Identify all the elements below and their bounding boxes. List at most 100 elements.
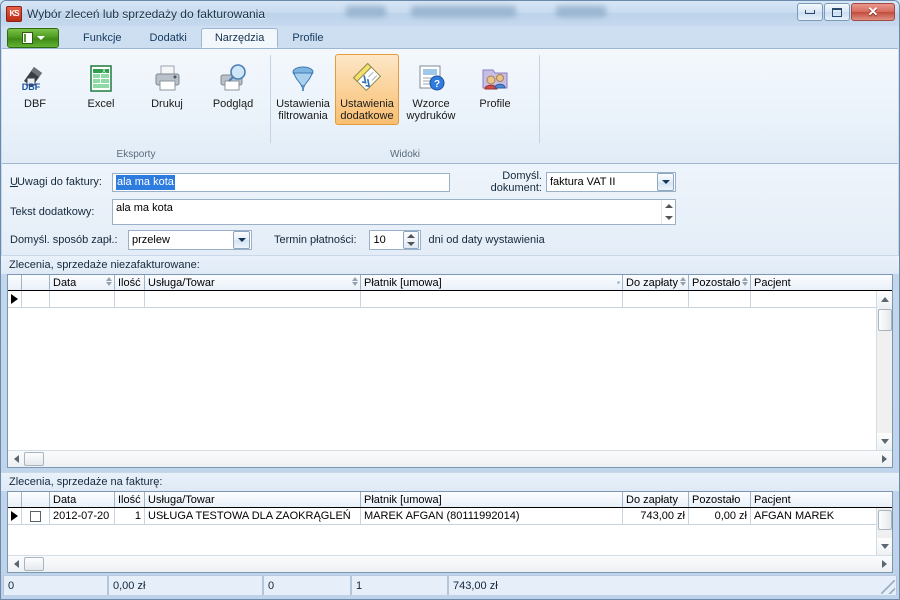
grid-body[interactable] — [8, 291, 892, 450]
scroll-thumb[interactable] — [24, 557, 44, 571]
tab-label: Dodatki — [149, 32, 187, 44]
resize-grip-icon[interactable] — [881, 580, 895, 594]
status-cell-sum-invoiced: 743,00 zł — [448, 576, 897, 595]
scroll-thumb[interactable] — [24, 452, 44, 466]
window-controls: ✕ — [797, 3, 895, 21]
chevron-right-icon — [881, 455, 887, 463]
tab-narzedzia[interactable]: Narzędzia — [200, 28, 279, 48]
settings-form: UUwagi do faktury: ala ma kota Domyśl. d… — [2, 164, 898, 255]
stepper-buttons[interactable] — [402, 231, 419, 249]
chevron-down-icon[interactable] — [233, 231, 250, 249]
default-document-combo[interactable]: faktura VAT II — [546, 172, 676, 192]
close-button[interactable]: ✕ — [851, 3, 895, 21]
row-checkbox-cell[interactable] — [22, 508, 50, 524]
header-usluga-towar[interactable]: Usługa/Towar — [145, 492, 361, 507]
scroll-left-button[interactable] — [8, 451, 24, 468]
additional-text-row: Tekst dodatkowy: ala ma kota — [10, 199, 890, 225]
cell-usluga-towar: USŁUGA TESTOWA DLA ZAOKRĄGLEŃ — [145, 508, 361, 524]
maximize-button[interactable] — [824, 3, 850, 21]
ribbon-group-separator-right — [539, 55, 540, 143]
print-templates-icon: ? — [414, 58, 448, 98]
payment-method-combo[interactable]: przelew — [128, 230, 252, 250]
header-data[interactable]: Data — [50, 492, 115, 507]
header-usluga-towar[interactable]: Usługa/Towar — [145, 275, 361, 290]
minimize-icon — [805, 10, 815, 14]
grid-horizontal-scrollbar[interactable] — [8, 555, 892, 572]
tab-dodatki[interactable]: Dodatki — [136, 28, 201, 48]
grid-body[interactable]: 2012-07-20 1 USŁUGA TESTOWA DLA ZAOKRĄGL… — [8, 508, 892, 555]
ribbon-button-podglad[interactable]: Podgląd — [200, 54, 266, 113]
ribbon-button-label-line1: Profile — [479, 98, 511, 110]
payment-term-stepper[interactable]: 10 — [368, 230, 421, 250]
row-checkbox[interactable] — [30, 510, 41, 522]
memo-scroll-spinner[interactable] — [661, 200, 675, 224]
ribbon-button-dbf[interactable]: DBF DBF — [2, 54, 68, 113]
tab-profile[interactable]: Profile — [278, 28, 337, 48]
header-platnik[interactable]: Płatnik [umowa] — [361, 275, 623, 290]
cell-pozostalo: 0,00 zł — [689, 508, 751, 524]
scroll-right-button[interactable] — [876, 556, 892, 573]
ribbon-button-excel[interactable]: X Excel — [68, 54, 134, 113]
chevron-down-icon — [36, 36, 45, 40]
grid-invoiced[interactable]: Data Ilość Usługa/Towar Płatnik [umowa] … — [7, 491, 893, 573]
sort-icon[interactable] — [617, 281, 620, 284]
header-label: Pacjent — [754, 493, 791, 506]
header-pacjent[interactable]: Pacjent — [751, 492, 881, 507]
scroll-left-button[interactable] — [8, 556, 24, 573]
ribbon-button-profile[interactable]: Profile — [463, 54, 527, 113]
invoice-notes-input[interactable]: ala ma kota — [112, 172, 450, 192]
header-pacjent[interactable]: Pacjent — [751, 275, 881, 290]
header-ilosc[interactable]: Ilość — [115, 492, 145, 507]
sort-icon[interactable] — [742, 277, 748, 286]
grid-unbilled[interactable]: Data Ilość Usługa/Towar Płatnik [umowa] … — [7, 274, 893, 468]
ribbon-button-wzorce-wydrukow[interactable]: ? Wzorce wydruków — [399, 54, 463, 125]
header-rowmarker — [8, 275, 22, 290]
scroll-up-button[interactable] — [876, 291, 892, 308]
cell-pacjent: AFGAN MAREK — [754, 510, 835, 522]
header-checkbox — [22, 492, 50, 507]
chevron-down-icon — [664, 216, 673, 220]
header-label: Pozostało — [692, 276, 741, 289]
grid-horizontal-scrollbar[interactable] — [8, 450, 892, 467]
tab-funkcje[interactable]: Funkcje — [69, 28, 136, 48]
document-icon — [21, 32, 33, 44]
scroll-thumb[interactable] — [877, 510, 892, 530]
table-row[interactable]: 2012-07-20 1 USŁUGA TESTOWA DLA ZAOKRĄGL… — [8, 508, 892, 525]
ribbon-button-drukuj[interactable]: Drukuj — [134, 54, 200, 113]
app-icon: KS — [6, 5, 22, 22]
minimize-button[interactable] — [797, 3, 823, 21]
invoice-notes-value: ala ma kota — [116, 174, 175, 190]
additional-text-input[interactable]: ala ma kota — [112, 199, 676, 225]
scroll-thumb[interactable] — [877, 309, 892, 331]
header-ilosc[interactable]: Ilość — [115, 275, 145, 290]
application-menu-button[interactable] — [7, 28, 59, 48]
ribbon-button-label-line2: dodatkowe — [340, 110, 394, 122]
grid-vertical-scrollbar[interactable] — [876, 291, 892, 450]
scroll-down-button[interactable] — [876, 538, 892, 555]
chevron-down-icon[interactable] — [657, 173, 674, 191]
ribbon-button-label: Drukuj — [151, 98, 183, 110]
redacted-region-1 — [346, 6, 386, 17]
sort-icon[interactable] — [106, 277, 112, 286]
svg-text:DBF: DBF — [22, 82, 41, 92]
scroll-down-button[interactable] — [876, 433, 892, 450]
grid-header-row: Data Ilość Usługa/Towar Płatnik [umowa] … — [8, 492, 892, 508]
sort-icon[interactable] — [352, 277, 358, 286]
grid-vertical-scrollbar[interactable] — [876, 508, 892, 555]
close-icon: ✕ — [867, 4, 879, 19]
ribbon-button-ustawienia-filtrowania[interactable]: Ustawienia filtrowania — [271, 54, 335, 125]
header-do-zaplaty[interactable]: Do zapłaty — [623, 275, 689, 290]
header-do-zaplaty[interactable]: Do zapłaty — [623, 492, 689, 507]
profiles-icon — [478, 58, 512, 98]
header-data[interactable]: Data — [50, 275, 115, 290]
table-row[interactable] — [8, 291, 892, 308]
cell-platnik: MAREK AFGAN (80111992014) — [361, 508, 623, 524]
scroll-right-button[interactable] — [876, 451, 892, 468]
header-pozostalo[interactable]: Pozostało — [689, 492, 751, 507]
ribbon-button-ustawienia-dodatkowe[interactable]: Ustawienia dodatkowe — [335, 54, 399, 125]
header-platnik[interactable]: Płatnik [umowa] — [361, 492, 623, 507]
header-label: Płatnik [umowa] — [364, 493, 442, 506]
sort-icon[interactable] — [680, 277, 686, 286]
row-checkbox-cell[interactable] — [22, 291, 50, 307]
header-pozostalo[interactable]: Pozostało — [689, 275, 751, 290]
